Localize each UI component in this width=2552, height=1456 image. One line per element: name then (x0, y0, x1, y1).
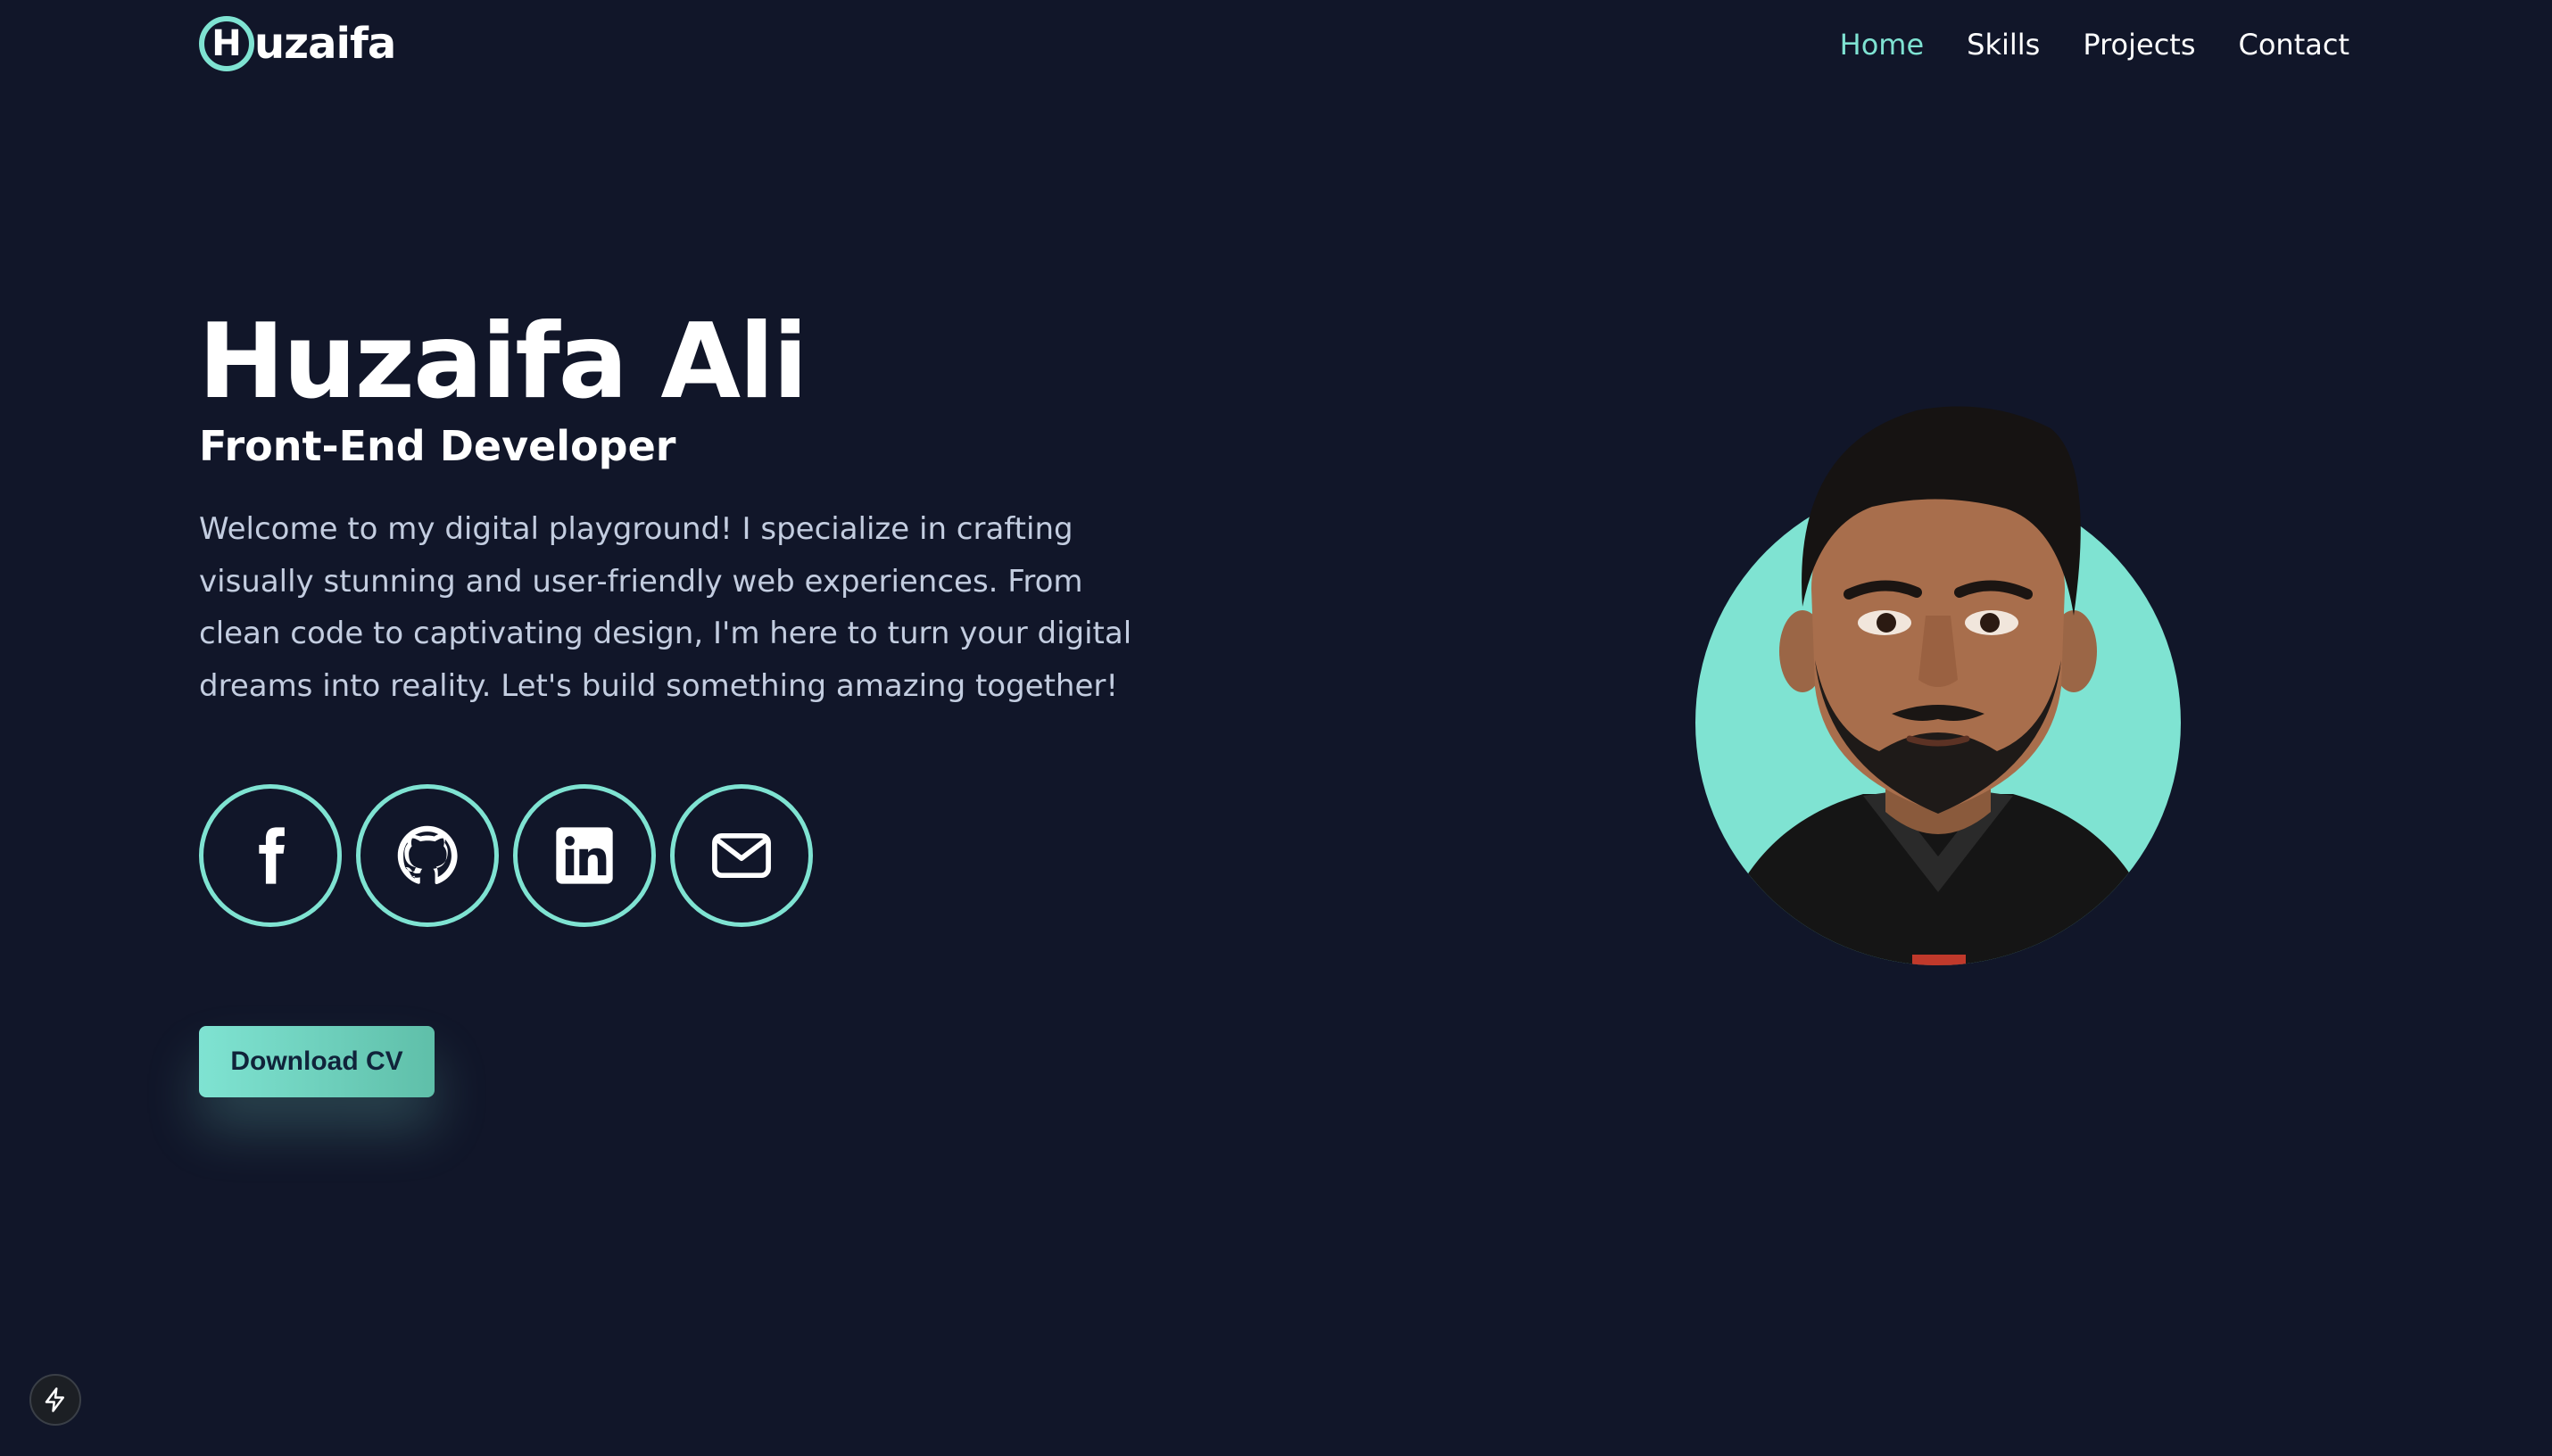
email-link[interactable] (670, 784, 813, 927)
dev-tools-badge[interactable] (29, 1374, 81, 1426)
nav-contact[interactable]: Contact (2239, 21, 2350, 68)
main-nav: Home Skills Projects Contact (1840, 21, 2349, 68)
github-link[interactable] (356, 784, 499, 927)
logo-text: uzaifa (254, 19, 396, 69)
page: H uzaifa Home Skills Projects Contact Hu… (0, 0, 2552, 1456)
nav-projects[interactable]: Projects (2083, 21, 2195, 68)
linkedin-link[interactable] (513, 784, 656, 927)
hero-name: Huzaifa Ali (198, 302, 808, 422)
github-icon (397, 825, 458, 885)
hero-role: Front-End Developer (199, 422, 676, 470)
download-cv-button[interactable]: Download CV (199, 1026, 435, 1097)
linkedin-icon (556, 827, 613, 884)
nav-home[interactable]: Home (1840, 21, 1925, 68)
social-links (199, 784, 813, 927)
hero-description: Welcome to my digital playground! I spec… (199, 511, 1132, 704)
profile-avatar (1695, 406, 2181, 965)
facebook-link[interactable] (199, 784, 342, 927)
logo[interactable]: H uzaifa (199, 16, 396, 71)
mail-icon (712, 832, 771, 879)
lightning-icon (45, 1387, 64, 1412)
nav-skills[interactable]: Skills (1967, 21, 2040, 68)
logo-mark: H (199, 16, 254, 71)
facebook-icon (259, 827, 285, 884)
